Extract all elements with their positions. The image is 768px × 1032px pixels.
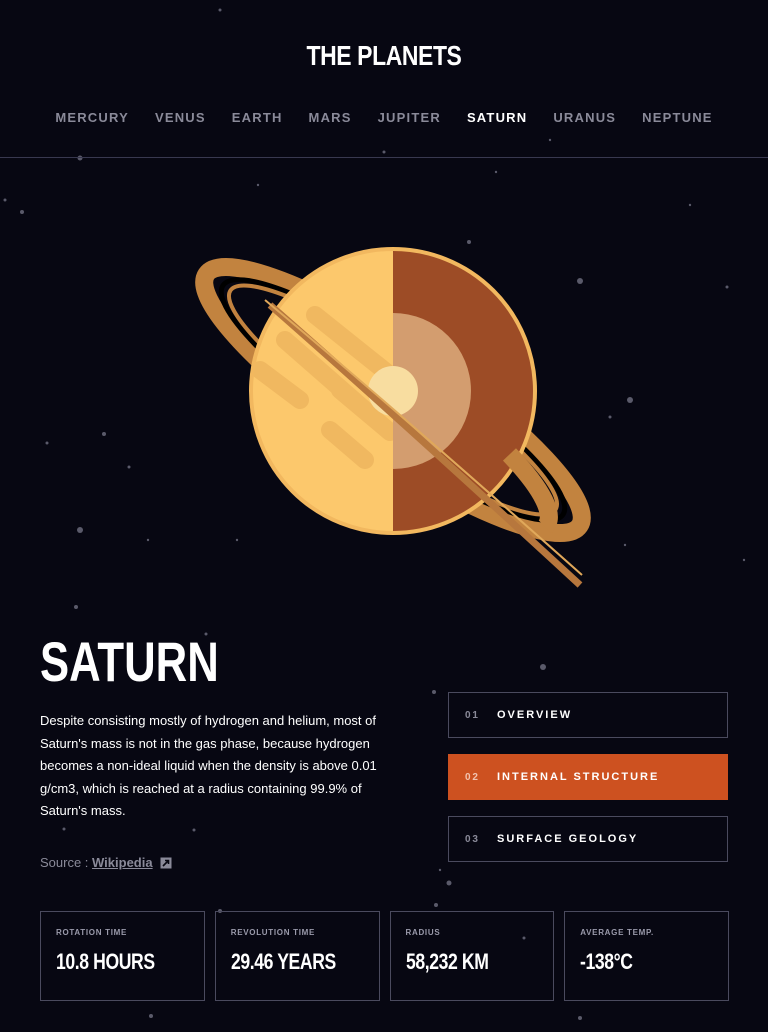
nav-item-venus[interactable]: VENUS — [155, 110, 206, 125]
stat-value: 29.46 YEARS — [230, 949, 336, 974]
tab-label: SURFACE GEOLOGY — [497, 833, 639, 845]
stat-rotation-time: ROTATION TIME 10.8 HOURS — [40, 911, 205, 1001]
stat-average-temp: AVERAGE TEMP. -138°C — [564, 911, 729, 1001]
planet-name: SATURN — [40, 630, 219, 693]
nav-item-uranus[interactable]: URANUS — [553, 110, 616, 125]
tab-overview[interactable]: 01 OVERVIEW — [448, 692, 728, 738]
stat-radius: RADIUS 58,232 KM — [389, 911, 555, 1001]
tab-number: 02 — [465, 771, 480, 783]
wikipedia-link[interactable]: Wikipedia — [92, 855, 153, 870]
stat-value: -138°C — [580, 949, 633, 974]
nav-item-jupiter[interactable]: JUPITER — [378, 110, 441, 125]
stat-value: 10.8 HOURS — [56, 949, 155, 974]
nav-item-mars[interactable]: MARS — [309, 110, 352, 125]
stat-label: REVOLUTION TIME — [230, 928, 316, 937]
source-attribution: Source : Wikipedia — [40, 855, 172, 870]
nav-item-earth[interactable]: EARTH — [232, 110, 283, 125]
saturn-internal-illustration — [195, 247, 591, 588]
source-prefix: Source : — [40, 855, 93, 870]
stat-value: 58,232 KM — [405, 949, 489, 974]
tab-number: 03 — [465, 833, 480, 845]
stat-label: AVERAGE TEMP. — [580, 928, 654, 937]
tab-surface-geology[interactable]: 03 SURFACE GEOLOGY — [448, 816, 728, 862]
tab-internal-structure[interactable]: 02 INTERNAL STRUCTURE — [448, 754, 728, 800]
stat-label: ROTATION TIME — [56, 928, 128, 937]
nav-item-neptune[interactable]: NEPTUNE — [642, 110, 713, 125]
planet-description: Despite consisting mostly of hydrogen an… — [40, 713, 377, 818]
tab-label: OVERVIEW — [497, 709, 573, 721]
stat-revolution-time: REVOLUTION TIME 29.46 YEARS — [214, 911, 380, 1001]
tab-label: INTERNAL STRUCTURE — [497, 771, 660, 783]
planet-stats: ROTATION TIME 10.8 HOURS REVOLUTION TIME… — [40, 911, 729, 1001]
planet-nav: MERCURY VENUS EARTH MARS JUPITER SATURN … — [0, 110, 768, 125]
stat-label: RADIUS — [405, 928, 441, 937]
external-link-icon[interactable] — [160, 857, 172, 869]
tab-number: 01 — [465, 709, 480, 721]
site-header: THE PLANETS MERCURY VENUS EARTH MARS JUP… — [0, 0, 768, 158]
nav-item-mercury[interactable]: MERCURY — [55, 110, 129, 125]
content-tabs: 01 OVERVIEW 02 INTERNAL STRUCTURE 03 SUR… — [448, 692, 728, 878]
site-logo[interactable]: THE PLANETS — [69, 40, 699, 72]
nav-item-saturn[interactable]: SATURN — [467, 110, 527, 125]
